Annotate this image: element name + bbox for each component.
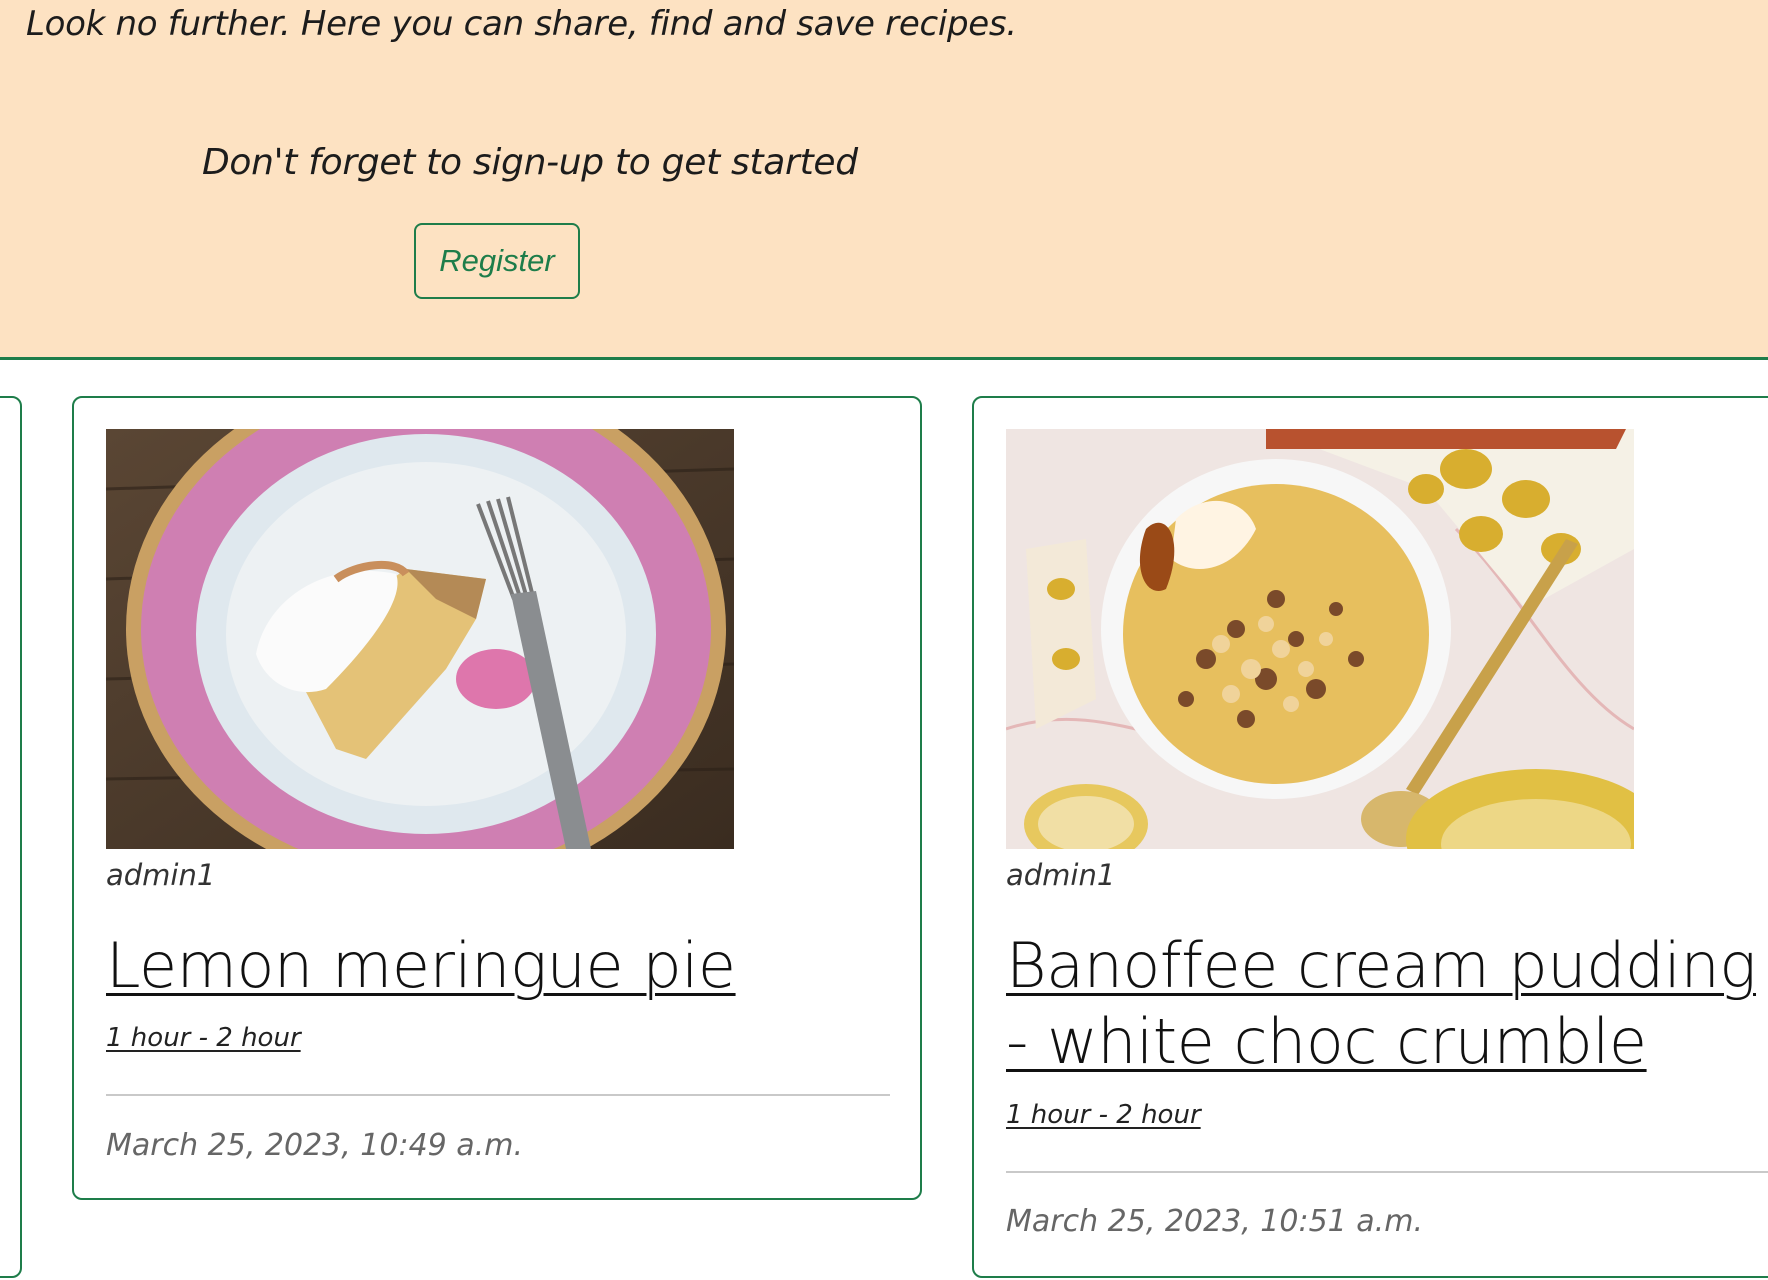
recipe-image[interactable] — [1006, 429, 1634, 849]
recipe-title-link[interactable]: Lemon meringue pie — [106, 928, 896, 1004]
recipe-card-partial — [0, 396, 22, 1278]
recipe-image[interactable] — [106, 429, 734, 849]
register-button[interactable]: Register — [414, 223, 580, 299]
recipe-date: March 25, 2023, 10:49 a.m. — [106, 1128, 523, 1163]
hero-banner: Look no further. Here you can share, fin… — [0, 0, 1768, 360]
recipe-time-link[interactable]: 1 hour - 2 hour — [106, 1023, 301, 1053]
recipe-title-link[interactable]: Banoffee cream pudding - white choc crum… — [1006, 928, 1768, 1080]
recipe-date: March 25, 2023, 10:51 a.m. — [1006, 1204, 1423, 1239]
recipe-card: admin1 Lemon meringue pie 1 hour - 2 hou… — [72, 396, 922, 1200]
recipe-author: admin1 — [106, 858, 216, 892]
recipe-author: admin1 — [1006, 858, 1116, 892]
card-divider — [106, 1094, 890, 1096]
card-divider — [1006, 1171, 1768, 1173]
hero-tagline: Look no further. Here you can share, fin… — [26, 4, 1017, 44]
recipe-card: admin1 Banoffee cream pudding - white ch… — [972, 396, 1768, 1278]
signup-prompt: Don't forget to sign-up to get started — [202, 142, 858, 183]
recipe-time-link[interactable]: 1 hour - 2 hour — [1006, 1100, 1201, 1130]
